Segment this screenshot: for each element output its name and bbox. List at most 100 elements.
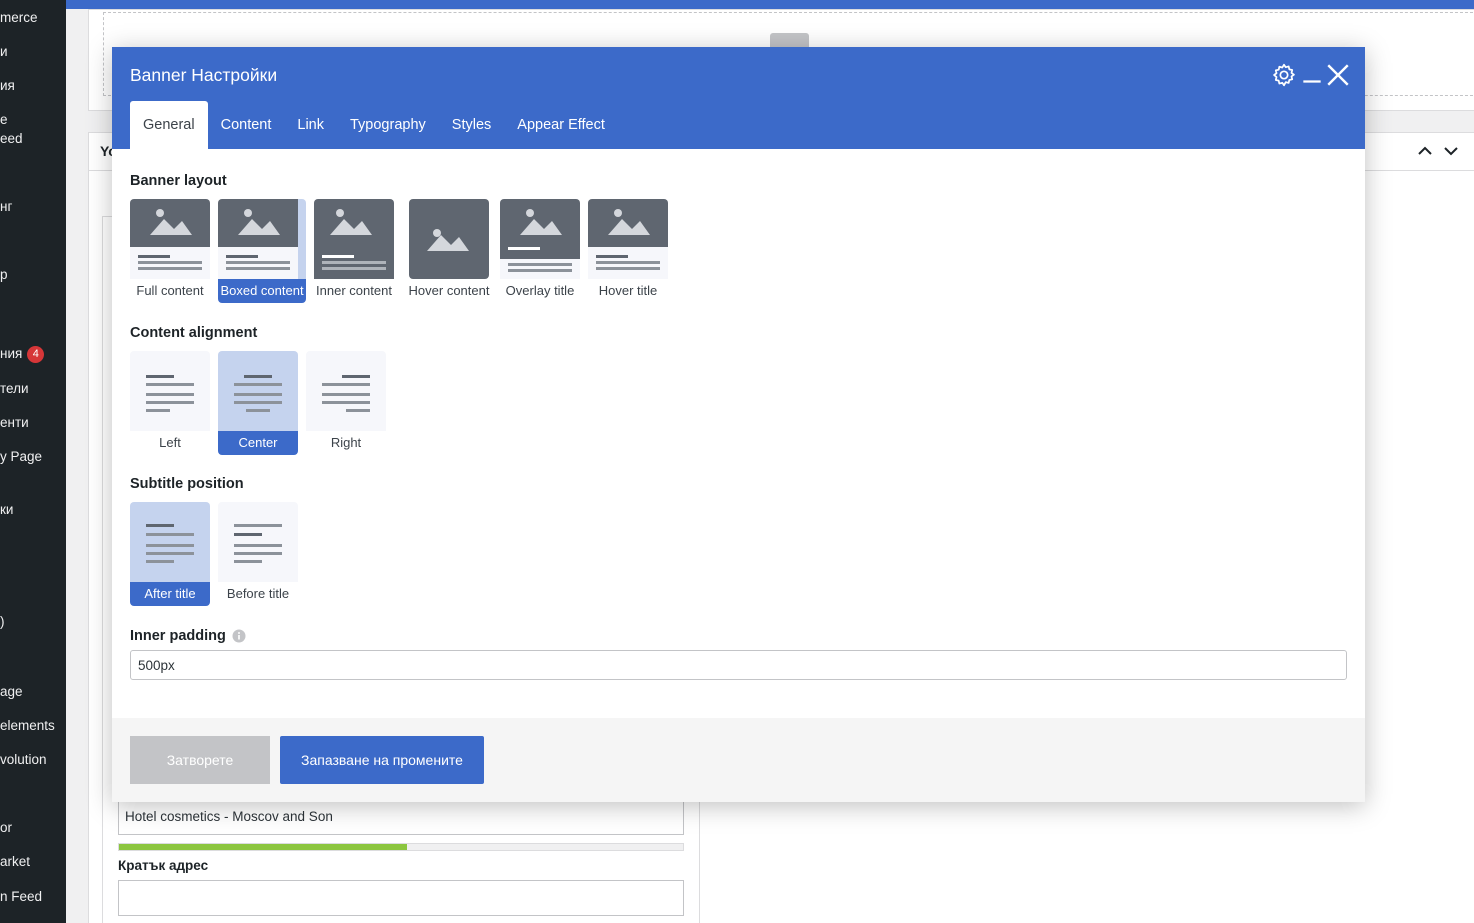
- tab-typography[interactable]: Typography: [337, 101, 439, 149]
- close-button[interactable]: Затворете: [130, 736, 270, 784]
- layout-option-hover-title[interactable]: Hover title: [588, 199, 668, 303]
- layout-option-inner-content[interactable]: Inner content: [314, 199, 394, 303]
- text-line: [234, 383, 282, 386]
- mountain-icon: [150, 209, 192, 235]
- tab-appear-effect[interactable]: Appear Effect: [504, 101, 618, 149]
- minimize-icon[interactable]: [1299, 62, 1325, 88]
- alignment-option-right[interactable]: Right: [306, 351, 386, 455]
- title-line: [322, 255, 354, 258]
- title-line: [342, 375, 370, 378]
- admin-menu-label: ния: [0, 346, 23, 362]
- chevron-up-icon[interactable]: [1416, 142, 1434, 160]
- text-line: [596, 267, 660, 270]
- title-line: [244, 375, 272, 378]
- admin-menu-item[interactable]: elements: [0, 718, 55, 734]
- admin-menu-item[interactable]: age: [0, 684, 23, 700]
- alignment-option-label: Center: [218, 431, 298, 455]
- text-line: [322, 261, 386, 264]
- text-line: [146, 552, 194, 555]
- gear-icon[interactable]: [1271, 62, 1297, 88]
- title-line: [146, 375, 174, 378]
- text-line: [322, 383, 370, 386]
- layout-thumbnail: [500, 199, 580, 279]
- image-placeholder: [130, 199, 210, 247]
- admin-menu-label: е eed: [0, 112, 23, 146]
- admin-menu-label: y Page: [0, 449, 43, 464]
- layout-option-label: Hover content: [408, 283, 490, 298]
- close-icon[interactable]: [1325, 62, 1351, 88]
- admin-menu-label: merce: [0, 10, 38, 25]
- modal-header: Banner Настройки General Content Link Ty…: [112, 47, 1365, 149]
- mountain-icon: [520, 209, 562, 235]
- admin-menu-item[interactable]: енти: [0, 415, 29, 431]
- text-line: [322, 401, 370, 404]
- admin-menu-item[interactable]: ): [0, 614, 5, 630]
- mountain-icon: [427, 229, 469, 251]
- subtitle-option-after-title[interactable]: After title: [130, 502, 210, 606]
- admin-menu-label: ): [0, 614, 5, 629]
- subtitle-option-before-title[interactable]: Before title: [218, 502, 298, 606]
- tab-link[interactable]: Link: [284, 101, 337, 149]
- admin-menu-item[interactable]: и: [0, 44, 8, 60]
- admin-menu-item[interactable]: нг: [0, 199, 12, 215]
- admin-menu-item[interactable]: р: [0, 267, 8, 283]
- text-line: [596, 261, 660, 264]
- layout-option-label: Overlay title: [505, 283, 575, 298]
- admin-menu-label: ки: [0, 502, 14, 517]
- admin-menu-item[interactable]: y Page: [0, 449, 42, 465]
- admin-menu-label: age: [0, 684, 23, 699]
- text-line: [146, 560, 174, 563]
- admin-menu-label: нг: [0, 199, 13, 214]
- add-element-tab[interactable]: [770, 33, 809, 47]
- admin-menu-item[interactable]: n Feed: [0, 889, 42, 905]
- alignment-option-center[interactable]: Center: [218, 351, 298, 455]
- subtitle-option-label: After title: [130, 582, 210, 606]
- admin-menu-item[interactable]: arket: [0, 854, 30, 870]
- text-line: [234, 552, 282, 555]
- info-icon[interactable]: [232, 629, 246, 643]
- title-line: [234, 533, 262, 536]
- layout-option-overlay-title[interactable]: Overlay title: [500, 199, 580, 303]
- admin-menu-item[interactable]: тели: [0, 381, 29, 397]
- admin-menu-item[interactable]: ия: [0, 78, 15, 94]
- save-changes-button[interactable]: Запазване на промените: [280, 736, 484, 784]
- seo-title-progress-bar: [118, 843, 684, 851]
- admin-menu-item[interactable]: merce: [0, 10, 38, 26]
- text-line: [346, 409, 370, 412]
- title-line: [138, 255, 170, 258]
- layout-option-boxed-content[interactable]: Boxed content: [218, 199, 306, 303]
- admin-menu-item[interactable]: ки: [0, 502, 13, 518]
- text-line: [234, 544, 282, 547]
- admin-menu-item[interactable]: е eed: [0, 110, 23, 148]
- layout-thumbnail: [588, 199, 668, 279]
- mountain-icon: [330, 209, 372, 235]
- text-line: [508, 263, 572, 266]
- title-line: [596, 255, 628, 258]
- admin-menu-item[interactable]: volution: [0, 752, 47, 768]
- chevron-down-icon[interactable]: [1442, 142, 1460, 160]
- layout-option-label: Full content: [136, 283, 204, 298]
- notification-count-badge: 4: [27, 346, 45, 363]
- inner-padding-input[interactable]: [130, 650, 1347, 680]
- layout-option-label: Boxed content: [218, 279, 306, 303]
- alignment-thumbnail: [306, 351, 386, 431]
- image-placeholder: [500, 199, 580, 259]
- text-line: [234, 560, 262, 563]
- text-line: [146, 401, 194, 404]
- content-alignment-label: Content alignment: [130, 325, 258, 341]
- admin-menu-label: и: [0, 44, 8, 59]
- short-address-input[interactable]: [118, 880, 684, 916]
- subtitle-thumbnail: [130, 502, 210, 582]
- image-placeholder: [218, 199, 298, 247]
- seo-title-input[interactable]: Hotel cosmetics - Moscov and Son: [118, 800, 684, 835]
- admin-menu-item[interactable]: or: [0, 820, 12, 836]
- tab-styles[interactable]: Styles: [439, 101, 505, 149]
- alignment-option-left[interactable]: Left: [130, 351, 210, 455]
- layout-thumbnail: [218, 199, 306, 279]
- tab-general[interactable]: General: [130, 101, 208, 149]
- tab-content[interactable]: Content: [208, 101, 285, 149]
- layout-option-hover-content[interactable]: Hover content: [404, 199, 494, 303]
- text-line: [234, 401, 282, 404]
- layout-option-full-content[interactable]: Full content: [130, 199, 210, 303]
- admin-menu-item[interactable]: ния 4: [0, 346, 45, 363]
